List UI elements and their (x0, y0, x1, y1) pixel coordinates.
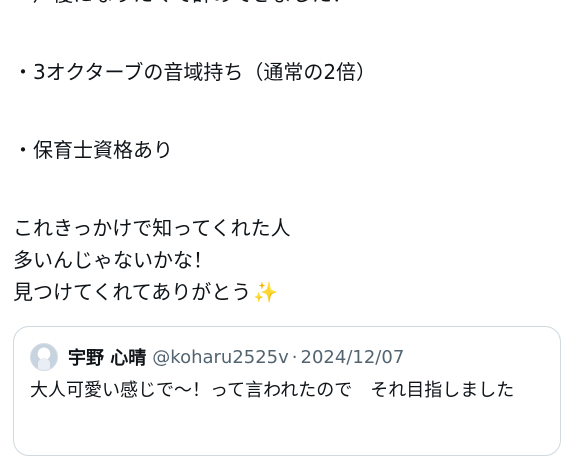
tweet-line-6-text: 見つけてくれてありがとう (13, 280, 252, 304)
tweet-line-6: 見つけてくれてありがとう ✨ (13, 276, 563, 308)
quoted-tweet-text: 大人可愛い感じで〜！って言われたので それ目指しました (30, 380, 515, 401)
tweet-line-2: ・3オクターブの音域持ち（通常の2倍） (13, 60, 377, 84)
tweet-line-4: これきっかけで知ってくれた人 (13, 216, 291, 240)
tweet-line-3: ・保育士資格あり (13, 138, 173, 162)
avatar[interactable] (30, 343, 58, 371)
header-separator: · (291, 346, 298, 368)
sparkles-icon: ✨ (253, 280, 279, 304)
tweet-text: ・声優になりたくて辞めてきました！ ・3オクターブの音域持ち（通常の2倍） ・保… (13, 0, 563, 308)
quoted-tweet-header: 宇野 心晴 @koharu2525v · 2024/12/07 (30, 343, 404, 371)
quoted-tweet-card[interactable]: 宇野 心晴 @koharu2525v · 2024/12/07 大人可愛い感じで… (13, 326, 561, 456)
quoted-author-name[interactable]: 宇野 心晴 (68, 344, 146, 370)
quoted-author-handle[interactable]: @koharu2525v (152, 347, 289, 368)
tweet-line-5: 多いんじゃないかな！ (13, 248, 213, 272)
tweet-line-1: ・声優になりたくて辞めてきました！ (13, 0, 563, 10)
quoted-tweet-date[interactable]: 2024/12/07 (301, 347, 405, 368)
